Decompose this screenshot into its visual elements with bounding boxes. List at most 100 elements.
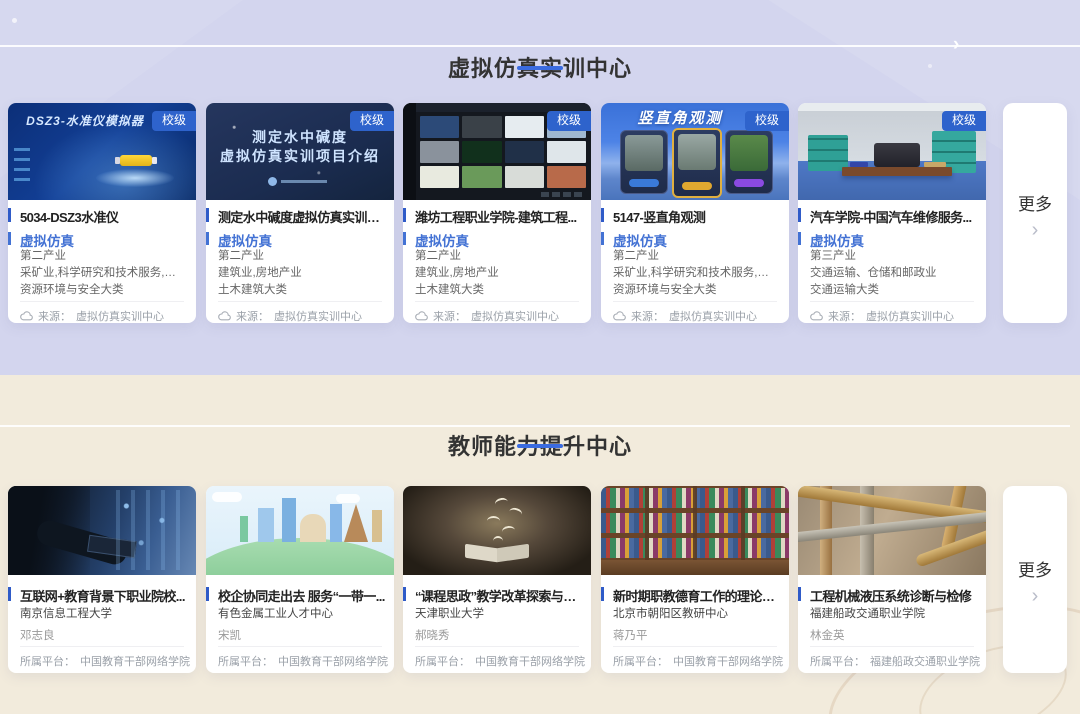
- card-thumbnail: [601, 486, 789, 575]
- course-card[interactable]: 互联网+教育背景下职业院校... 南京信息工程大学 邓志良 所属平台：中国教育干…: [8, 486, 196, 673]
- bookshelf-columns-graphic: [601, 486, 789, 560]
- card-thumbnail: [798, 486, 986, 575]
- bird-graphic: [494, 497, 509, 509]
- chevron-right-icon[interactable]: ›: [953, 33, 959, 57]
- decor-sparkle: [12, 18, 17, 23]
- landmark-graphic: [344, 504, 368, 542]
- workshop-table-graphic: [842, 167, 952, 176]
- bird-graphic: [493, 536, 503, 546]
- header-divider-line: [0, 45, 1080, 47]
- card-divider: [415, 301, 579, 302]
- level-badge: 校级: [350, 111, 394, 131]
- card-divider: [810, 646, 974, 647]
- card-instructor: 林金英: [798, 627, 857, 643]
- thumbnail-caption: 虚拟仿真实训项目介绍: [206, 146, 394, 166]
- card-thumbnail: 校级: [798, 103, 986, 200]
- scene-card-graphic: [725, 130, 773, 194]
- platform-value: 中国教育干部网络学院: [475, 653, 585, 669]
- section-teacher-ability: 教师能力提升中心 互联网+教育背景下职业院校... 南京信息工程大学 邓志良 所…: [0, 375, 1080, 714]
- landmark-graphic: [330, 504, 342, 542]
- card-thumbnail: [403, 486, 591, 575]
- card-title: 互联网+教育背景下职业院校...: [8, 586, 196, 605]
- decor-sidebar: [403, 103, 416, 200]
- workshop-cart-graphic: [808, 135, 848, 171]
- thumbnail-cell: [547, 141, 586, 163]
- source-value: 虚拟仿真实训中心: [866, 308, 954, 324]
- course-card[interactable]: 校企协同走出去 服务“一带一... 有色金属工业人才中心 宋凯 所属平台：中国教…: [206, 486, 394, 673]
- source-value: 虚拟仿真实训中心: [669, 308, 757, 324]
- thumbnail-cell: [462, 141, 501, 163]
- course-card[interactable]: DSZ3-水准仪模拟器 校级 5034-DSZ3水准仪 虚拟仿真 第二产业 采矿…: [8, 103, 196, 323]
- card-industry: 第二产业: [206, 247, 394, 263]
- card-industry-detail: 建筑业,房地产业: [403, 264, 591, 280]
- thumbnail-cell: [505, 116, 544, 138]
- card-organization: 天津职业大学: [403, 605, 591, 621]
- card-industry: 第二产业: [8, 247, 196, 263]
- scene-card-graphic: [620, 130, 668, 194]
- card-instructor: 郝晓秀: [403, 627, 462, 643]
- card-organization: 南京信息工程大学: [8, 605, 196, 621]
- card-platform: 所属平台：中国教育干部网络学院: [206, 653, 394, 669]
- header-divider-line: [0, 425, 1070, 427]
- course-card[interactable]: 新时期职教德育工作的理论与... 北京市朝阳区教研中心 蒋乃平 所属平台：中国教…: [601, 486, 789, 673]
- decor-reflection: [601, 560, 789, 575]
- card-divider: [20, 646, 184, 647]
- platform-label: 所属平台：: [415, 653, 470, 669]
- card-industry-detail: 交通运输、仓储和邮政业: [798, 264, 986, 280]
- more-button[interactable]: 更多 ›: [1003, 103, 1067, 323]
- thumbnail-cell: [420, 116, 459, 138]
- card-source: 来源：虚拟仿真实训中心: [206, 308, 394, 324]
- cloud-graphic: [336, 494, 360, 503]
- card-divider: [415, 646, 579, 647]
- decor-sparkle: [928, 64, 932, 68]
- more-button[interactable]: 更多 ›: [1003, 486, 1067, 673]
- bird-graphic: [501, 525, 515, 537]
- bird-graphic: [508, 507, 523, 520]
- cloud-icon: [218, 311, 231, 321]
- landmark-graphic: [372, 510, 382, 542]
- section-virtual-simulation: › 虚拟仿真实训中心 DSZ3-水准仪模拟器 校级 5034-DSZ3水准仪 虚…: [0, 0, 1080, 375]
- course-card[interactable]: 竖直角观测 校级 5147-竖直角观测 虚拟仿真 第二产业 采矿业,科学研究和技…: [601, 103, 789, 323]
- course-card[interactable]: 校级 潍坊工程职业学院-建筑工程... 虚拟仿真 第二产业 建筑业,房地产业 土…: [403, 103, 591, 323]
- decor-hud: [14, 141, 30, 181]
- scene-image: [678, 134, 716, 170]
- card-platform: 所属平台： 中国教育干部网络学院: [403, 653, 591, 669]
- card-instructor: 邓志良: [8, 627, 67, 643]
- card-thumbnail: 竖直角观测 校级: [601, 103, 789, 200]
- card-category: 土木建筑大类: [403, 281, 591, 297]
- thumbnail-cell: [505, 141, 544, 163]
- card-title: 测定水中碱度虚拟仿真实训项目: [206, 207, 394, 226]
- level-badge: 校级: [152, 111, 196, 131]
- card-divider: [613, 301, 777, 302]
- chevron-right-icon: ›: [1032, 589, 1039, 603]
- card-title: 潍坊工程职业学院-建筑工程...: [403, 207, 591, 226]
- course-card[interactable]: 测定水中碱度 虚拟仿真实训项目介绍 校级 测定水中碱度虚拟仿真实训项目 虚拟仿真…: [206, 103, 394, 323]
- course-card[interactable]: 工程机械液压系统诊断与检修 福建船政交通职业学院 林金英 所属平台：福建船政交通…: [798, 486, 986, 673]
- card-title: 工程机械液压系统诊断与检修: [798, 586, 986, 605]
- cloud-graphic: [212, 492, 242, 502]
- school-logo-graphic: [268, 177, 277, 186]
- title-underline: [517, 66, 563, 70]
- landmark-graphic: [240, 516, 248, 542]
- card-industry: 第三产业: [798, 247, 986, 263]
- card-industry: 第二产业: [403, 247, 591, 263]
- card-industry-detail: 建筑业,房地产业: [206, 264, 394, 280]
- card-category: 土木建筑大类: [206, 281, 394, 297]
- cloud-icon: [613, 311, 626, 321]
- card-thumbnail: 校级: [403, 103, 591, 200]
- level-badge: 校级: [942, 111, 986, 131]
- course-card[interactable]: 校级 汽车学院-中国汽车维修服务... 虚拟仿真 第三产业 交通运输、仓储和邮政…: [798, 103, 986, 323]
- source-value: 虚拟仿真实训中心: [274, 308, 362, 324]
- cloud-icon: [415, 311, 428, 321]
- card-platform: 所属平台：福建船政交通职业学院: [798, 653, 986, 669]
- card-title: 5147-竖直角观测: [601, 207, 789, 226]
- thumbnail-cell: [462, 166, 501, 188]
- card-title: 5034-DSZ3水准仪: [8, 207, 196, 226]
- portal-page: › 虚拟仿真实训中心 DSZ3-水准仪模拟器 校级 5034-DSZ3水准仪 虚…: [0, 0, 1080, 714]
- thumbnail-cell: [420, 166, 459, 188]
- scene-label: [629, 179, 659, 187]
- thumbnail-cell: [547, 166, 586, 188]
- card-thumbnail: [8, 486, 196, 575]
- course-card[interactable]: “课程思政”教学改革探索与实践 天津职业大学 郝晓秀 所属平台：中国教育干部网络…: [403, 486, 591, 673]
- platform-label: 所属平台：: [613, 653, 668, 669]
